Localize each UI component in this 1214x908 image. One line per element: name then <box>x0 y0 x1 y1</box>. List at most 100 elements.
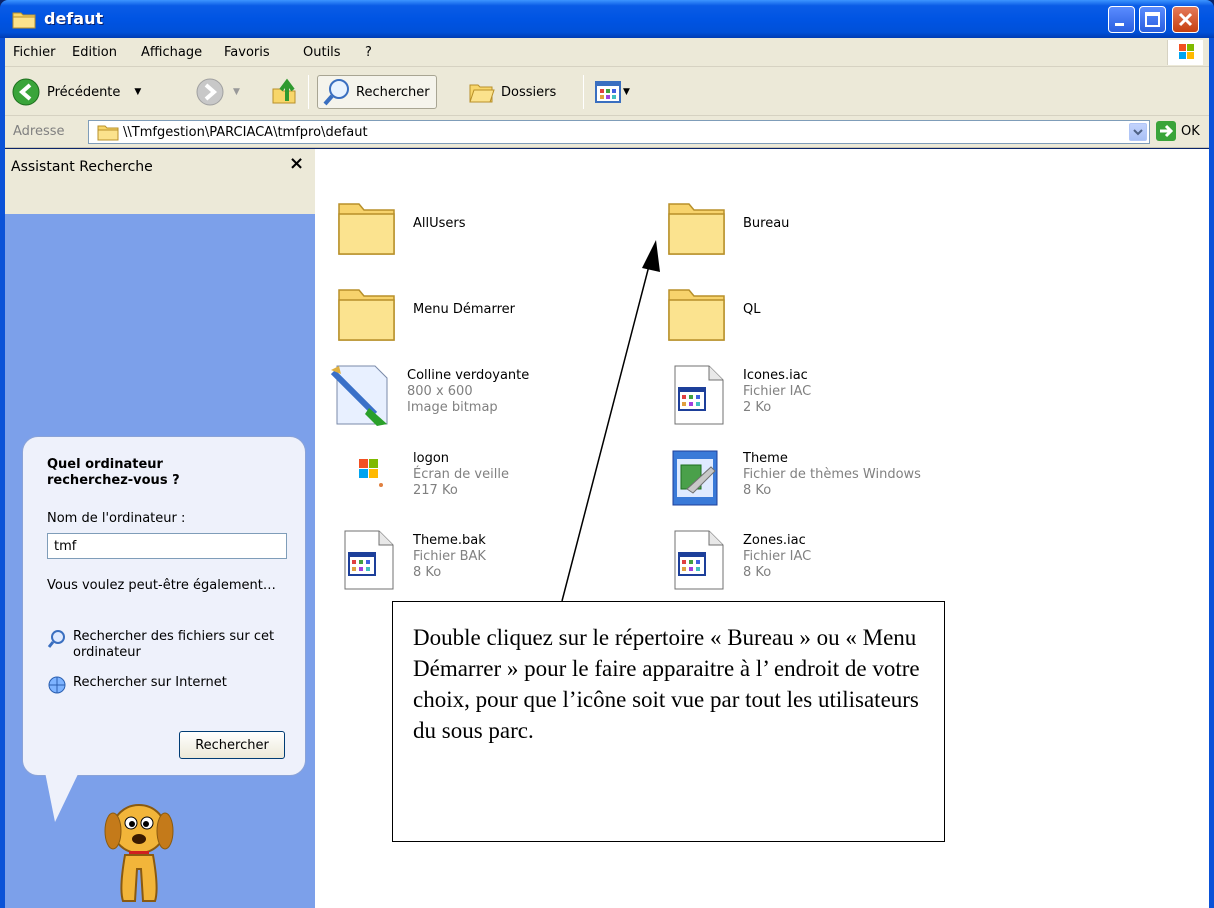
toolbar: Précédente ▼ ▼ Rechercher Dossiers ▼ <box>5 67 1209 116</box>
maximize-icon <box>1145 12 1160 27</box>
address-dropdown-button[interactable] <box>1129 123 1147 141</box>
menu-bar: Fichier Edition Affichage Favoris Outils… <box>5 38 1209 67</box>
folder-icon <box>97 125 119 141</box>
go-button[interactable]: OK <box>1155 120 1200 142</box>
search-bubble: Quel ordinateur recherchez-vous ? Nom de… <box>22 436 306 776</box>
address-field[interactable]: \\Tmfgestion\PARCIACA\tmfpro\defaut <box>88 120 1150 144</box>
toolbar-separator <box>583 75 584 109</box>
minimize-icon <box>1115 23 1124 26</box>
item-name: Theme.bak <box>413 533 486 548</box>
file-item-theme-bak[interactable]: Theme.bak Fichier BAK 8 Ko <box>335 527 486 593</box>
bitmap-icon <box>330 365 388 426</box>
file-item-theme[interactable]: Theme Fichier de thèmes Windows 8 Ko <box>665 445 921 511</box>
item-size: 217 Ko <box>413 483 458 498</box>
folder-item-allusers[interactable]: AllUsers <box>335 194 466 260</box>
menu-fichier[interactable]: Fichier <box>13 45 56 60</box>
computer-name-label: Nom de l'ordinateur : <box>47 511 186 526</box>
item-name: Zones.iac <box>743 533 806 548</box>
chevron-down-icon <box>1133 129 1143 136</box>
item-name: QL <box>743 302 761 317</box>
folder-icon <box>668 289 725 341</box>
up-folder-button[interactable] <box>269 75 299 109</box>
go-arrow-icon <box>1156 121 1176 141</box>
close-icon <box>1178 12 1193 27</box>
menu-outils[interactable]: Outils <box>303 45 341 60</box>
window-title: defaut <box>44 9 104 28</box>
theme-icon <box>672 450 718 506</box>
item-type: Fichier de thèmes Windows <box>743 467 921 482</box>
folder-item-bureau[interactable]: Bureau <box>665 194 789 260</box>
suggestion-text: Vous voulez peut-être également… <box>47 578 276 593</box>
search-internet-link[interactable]: Rechercher sur Internet <box>47 675 227 695</box>
views-icon <box>595 81 621 103</box>
minimize-button[interactable] <box>1108 6 1135 33</box>
toolbar-separator <box>308 75 309 109</box>
computer-name-input[interactable] <box>47 533 287 559</box>
search-files-label: Rechercher des fichiers sur cet ordinate… <box>73 629 275 660</box>
item-name: Colline verdoyante <box>407 368 530 383</box>
search-label: Rechercher <box>356 84 430 100</box>
document-icon <box>674 530 724 590</box>
folder-icon <box>338 203 395 255</box>
item-size: 8 Ko <box>413 565 442 580</box>
search-files-link[interactable]: Rechercher des fichiers sur cet ordinate… <box>47 629 305 661</box>
search-internet-label: Rechercher sur Internet <box>73 675 227 690</box>
search-internet-icon <box>48 676 66 694</box>
forward-dropdown-icon[interactable]: ▼ <box>233 87 240 97</box>
windows-flag-icon <box>1179 44 1194 59</box>
address-bar: Adresse \\Tmfgestion\PARCIACA\tmfpro\def… <box>5 116 1209 148</box>
window-border-right <box>1209 38 1214 908</box>
item-type: Fichier IAC <box>743 549 812 564</box>
views-button[interactable]: ▼ <box>593 75 630 109</box>
menu-edition[interactable]: Edition <box>72 45 117 60</box>
search-assistant-pane: Assistant Recherche × Quel ordinateur re… <box>5 149 315 908</box>
pane-header: Assistant Recherche × <box>5 149 315 214</box>
item-size: 8 Ko <box>743 483 772 498</box>
forward-button[interactable]: ▼ <box>195 75 240 109</box>
folder-item-ql[interactable]: QL <box>665 280 760 346</box>
file-item-icones-iac[interactable]: Icones.iac Fichier IAC 2 Ko <box>665 362 811 428</box>
explorer-window: defaut Fichier Edition Affichage Favoris… <box>0 0 1214 908</box>
item-type: Fichier BAK <box>413 549 486 564</box>
folder-item-menu-demarrer[interactable]: Menu Démarrer <box>335 280 515 346</box>
item-size: 2 Ko <box>743 400 772 415</box>
menu-favoris[interactable]: Favoris <box>224 45 270 60</box>
item-name: Menu Démarrer <box>413 302 515 317</box>
windows-logo <box>1167 40 1203 65</box>
views-dropdown-icon[interactable]: ▼ <box>623 87 630 97</box>
file-item-zones-iac[interactable]: Zones.iac Fichier IAC 8 Ko <box>665 527 811 593</box>
folders-icon <box>469 84 495 103</box>
item-type: Fichier IAC <box>743 384 812 399</box>
document-icon <box>344 530 394 590</box>
folder-icon <box>338 289 395 341</box>
back-label: Précédente <box>47 84 121 100</box>
back-button[interactable]: Précédente ▼ <box>11 75 141 109</box>
pane-close-icon[interactable]: × <box>289 153 304 174</box>
up-folder-icon <box>272 78 296 104</box>
bubble-tail <box>45 772 79 822</box>
file-item-colline-verdoyante[interactable]: Colline verdoyante 800 x 600 Image bitma… <box>329 362 529 428</box>
file-item-logon[interactable]: logon Écran de veille 217 Ko <box>335 445 509 511</box>
search-files-icon <box>47 630 65 648</box>
item-name: AllUsers <box>413 216 466 231</box>
back-arrow-icon <box>12 78 40 106</box>
rechercher-button[interactable]: Rechercher <box>179 731 285 759</box>
menu-help[interactable]: ? <box>365 45 372 60</box>
item-name: Icones.iac <box>743 368 808 383</box>
item-dimensions: 800 x 600 <box>407 384 473 399</box>
search-question: Quel ordinateur recherchez-vous ? <box>47 457 180 488</box>
pane-title: Assistant Recherche <box>11 159 153 175</box>
back-dropdown-icon[interactable]: ▼ <box>134 87 141 97</box>
menu-affichage[interactable]: Affichage <box>141 45 202 60</box>
title-bar[interactable]: defaut <box>0 0 1214 38</box>
annotation-text: Double cliquez sur le répertoire « Burea… <box>413 625 920 743</box>
forward-arrow-icon <box>196 78 224 106</box>
folders-button[interactable]: Dossiers <box>467 75 556 109</box>
folders-label: Dossiers <box>501 84 557 100</box>
folder-icon <box>12 12 36 29</box>
address-value: \\Tmfgestion\PARCIACA\tmfpro\defaut <box>123 125 368 140</box>
search-button[interactable]: Rechercher <box>317 75 437 109</box>
close-button[interactable] <box>1172 6 1199 33</box>
maximize-button[interactable] <box>1139 6 1166 33</box>
address-label: Adresse <box>13 124 65 139</box>
